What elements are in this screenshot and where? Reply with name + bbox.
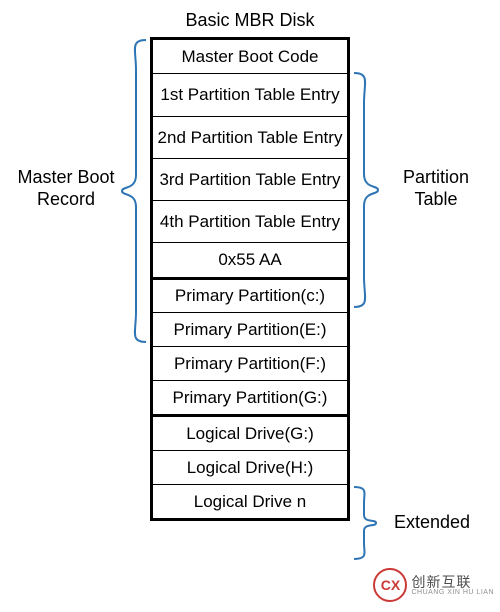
mbr-brace [118, 40, 148, 342]
partition-entry-2: 2nd Partition Table Entry [153, 117, 347, 159]
disk-column: Master Boot Code 1st Partition Table Ent… [150, 37, 350, 521]
primary-partitions-section: Primary Partition(c:) Primary Partition(… [150, 277, 350, 417]
partition-entry-1: 1st Partition Table Entry [153, 74, 347, 116]
watermark-text: 创新互联 CHUANG XIN HU LIAN [411, 575, 494, 596]
primary-partition-e: Primary Partition(E:) [153, 313, 347, 347]
logical-drive-n: Logical Drive n [153, 485, 347, 518]
watermark-cn: 创新互联 [411, 575, 494, 589]
extended-partition-section: Logical Drive(G:) Logical Drive(H:) Logi… [150, 414, 350, 522]
extended-brace [352, 487, 382, 559]
partition-entry-3: 3rd Partition Table Entry [153, 159, 347, 201]
partition-entry-4: 4th Partition Table Entry [153, 201, 347, 243]
diagram-container: Master Boot Code 1st Partition Table Ent… [10, 37, 490, 602]
primary-partition-f: Primary Partition(F:) [153, 347, 347, 381]
mbr-section: Master Boot Code 1st Partition Table Ent… [150, 37, 350, 280]
extended-label: Extended [382, 512, 482, 534]
logical-drive-g: Logical Drive(G:) [153, 417, 347, 451]
primary-partition-g: Primary Partition(G:) [153, 381, 347, 414]
watermark-en: CHUANG XIN HU LIAN [411, 589, 494, 596]
logical-drive-h: Logical Drive(H:) [153, 451, 347, 485]
watermark: CX 创新互联 CHUANG XIN HU LIAN [373, 568, 494, 602]
mbr-label: Master Boot Record [16, 167, 116, 210]
partition-table-label: Partition Table [386, 167, 486, 210]
master-boot-code-cell: Master Boot Code [153, 40, 347, 74]
partition-table-brace [352, 73, 382, 307]
primary-partition-c: Primary Partition(c:) [153, 279, 347, 313]
diagram-title: Basic MBR Disk [150, 10, 350, 31]
mbr-signature-cell: 0x55 AA [153, 243, 347, 276]
watermark-logo: CX [373, 568, 407, 602]
